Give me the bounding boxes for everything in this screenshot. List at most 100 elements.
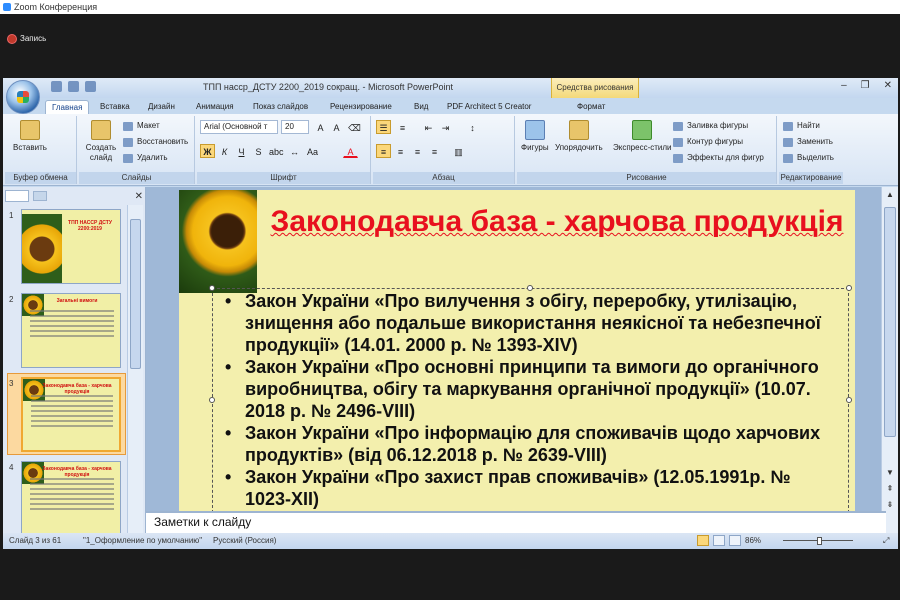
tab-format[interactable]: Формат (577, 100, 605, 114)
tab-design[interactable]: Дизайн (148, 100, 175, 114)
align-right-button[interactable]: ≡ (410, 144, 425, 158)
slide-canvas[interactable]: Законодавча база - харчова продукція Зак… (179, 190, 855, 518)
prev-slide-icon[interactable]: ⇞ (884, 483, 896, 495)
tab-review[interactable]: Рецензирование (330, 100, 392, 114)
paste-button[interactable]: Вставить (13, 120, 47, 152)
decrease-indent-icon[interactable]: ⇤ (421, 120, 436, 134)
slide-thumbnail[interactable]: ТПП НАССР ДСТУ 2200:2019 (21, 209, 121, 284)
slide-thumbnail-selected[interactable]: Законодавча база - харчова продукція (21, 377, 121, 452)
bold-button[interactable]: Ж (200, 144, 215, 158)
status-bar: Слайд 3 из 61 "1_Оформление по умолчанию… (3, 533, 898, 549)
language-indicator[interactable]: Русский (Россия) (213, 533, 276, 549)
numbering-button[interactable]: ≡ (395, 120, 410, 134)
slide-title[interactable]: Законодавча база - харчова продукція (267, 202, 847, 242)
resize-handle[interactable] (846, 397, 852, 403)
font-group: Arial (Основной т 20 A A ⌫ Ж К Ч S abc ↔… (197, 116, 371, 184)
tab-animation[interactable]: Анимация (196, 100, 234, 114)
align-left-button[interactable]: ≡ (376, 144, 391, 158)
powerpoint-window: ТПП насср_ДСТУ 2200_2019 сокращ. - Micro… (3, 78, 898, 549)
paragraph-label: Абзац (373, 172, 514, 184)
delete-slide-button[interactable]: Удалить (123, 152, 168, 164)
tab-pdf-architect[interactable]: PDF Architect 5 Creator (447, 100, 531, 114)
recording-indicator[interactable]: Запись (7, 33, 46, 45)
strikethrough-button[interactable]: abc (268, 144, 284, 158)
bullets-button[interactable]: ☰ (376, 120, 391, 134)
arrange-button[interactable]: Упорядочить (555, 120, 603, 152)
font-size-select[interactable]: 20 (281, 120, 309, 134)
window-controls: – ❐ ✕ (841, 80, 892, 91)
spacing-button[interactable]: ↔ (287, 144, 302, 158)
layout-button[interactable]: Макет (123, 120, 160, 132)
columns-button[interactable]: ▥ (451, 144, 466, 158)
arrange-icon (568, 120, 589, 140)
office-button[interactable] (6, 80, 40, 114)
tab-insert[interactable]: Вставка (100, 100, 130, 114)
resize-handle[interactable] (846, 285, 852, 291)
clear-format-icon[interactable]: ⌫ (347, 120, 362, 134)
close-icon[interactable]: ✕ (884, 80, 892, 91)
resize-handle[interactable] (209, 397, 215, 403)
maximize-icon[interactable]: ❐ (861, 80, 870, 91)
slide-thumbnail[interactable]: Загальні вимоги (21, 293, 121, 368)
shapes-button[interactable]: Фигуры (521, 120, 549, 152)
slide-editor: Законодавча база - харчова продукція Зак… (146, 187, 898, 533)
tab-home[interactable]: Главная (45, 100, 90, 114)
notes-pane[interactable]: Заметки к слайду (146, 511, 886, 533)
zoom-window-title: Zoom Конференция (14, 2, 98, 12)
clipboard-group: Вставить Буфер обмена (5, 116, 77, 184)
line-spacing-icon[interactable]: ↕ (465, 120, 480, 134)
quick-styles-button[interactable]: Экспресс-стили (613, 120, 672, 152)
justify-button[interactable]: ≡ (427, 144, 442, 158)
slides-label: Слайды (79, 172, 194, 184)
close-panel-icon[interactable]: ✕ (135, 191, 143, 202)
tab-slideshow[interactable]: Показ слайдов (253, 100, 308, 114)
tab-view[interactable]: Вид (414, 100, 428, 114)
zoom-level[interactable]: 86% (745, 533, 761, 549)
panel-scroll-thumb[interactable] (130, 219, 141, 369)
shadow-button[interactable]: S (251, 144, 266, 158)
editor-scrollbar[interactable]: ▲ ▼ ⇞ ⇟ (881, 187, 898, 533)
new-slide-button[interactable]: Создать слайд (83, 120, 119, 163)
italic-button[interactable]: К (217, 144, 232, 158)
redo-icon[interactable] (85, 81, 96, 92)
panel-scrollbar[interactable] (127, 205, 143, 533)
shape-fill-button[interactable]: Заливка фигуры (673, 120, 748, 132)
ribbon: Вставить Буфер обмена Создать слайд Маке… (3, 114, 898, 186)
save-icon[interactable] (51, 81, 62, 92)
shape-effects-button[interactable]: Эффекты для фигур (673, 152, 764, 164)
underline-button[interactable]: Ч (234, 144, 249, 158)
font-name-select[interactable]: Arial (Основной т (200, 120, 278, 134)
grow-font-icon[interactable]: A (313, 120, 328, 134)
normal-view-icon[interactable] (697, 535, 709, 546)
replace-button[interactable]: Заменить (783, 136, 833, 148)
bullet-item: Закон України «Про інформацію для спожив… (221, 422, 841, 466)
select-button[interactable]: Выделить (783, 152, 834, 164)
thumb-num: 3 (9, 379, 14, 388)
sorter-view-icon[interactable] (713, 535, 725, 546)
theme-name[interactable]: "1_Оформление по умолчанию" (83, 533, 202, 549)
scroll-down-icon[interactable]: ▼ (884, 467, 896, 479)
zoom-knob[interactable] (817, 537, 822, 545)
undo-icon[interactable] (68, 81, 79, 92)
slideshow-view-icon[interactable] (729, 535, 741, 546)
scroll-up-icon[interactable]: ▲ (884, 189, 896, 201)
reset-button[interactable]: Восстановить (123, 136, 188, 148)
slides-tab[interactable] (5, 190, 29, 202)
change-case-button[interactable]: Aa (305, 144, 320, 158)
font-color-button[interactable]: A (343, 144, 358, 158)
outline-tab[interactable] (33, 191, 47, 201)
fit-window-icon[interactable]: ⤢ (883, 533, 889, 549)
minimize-icon[interactable]: – (841, 80, 847, 91)
increase-indent-icon[interactable]: ⇥ (438, 120, 453, 134)
editor-scroll-thumb[interactable] (884, 207, 896, 437)
align-center-button[interactable]: ≡ (393, 144, 408, 158)
find-button[interactable]: Найти (783, 120, 820, 132)
slide-counter: Слайд 3 из 61 (9, 536, 62, 545)
bullet-list[interactable]: Закон України «Про вилучення з обігу, пе… (221, 290, 841, 510)
slide-thumbnail[interactable]: Законодавча база - харчова продукція (21, 461, 121, 536)
shape-outline-button[interactable]: Контур фигуры (673, 136, 743, 148)
shrink-font-icon[interactable]: A (329, 120, 344, 134)
resize-handle[interactable] (209, 285, 215, 291)
next-slide-icon[interactable]: ⇟ (884, 499, 896, 511)
zoom-slider[interactable] (773, 536, 863, 546)
